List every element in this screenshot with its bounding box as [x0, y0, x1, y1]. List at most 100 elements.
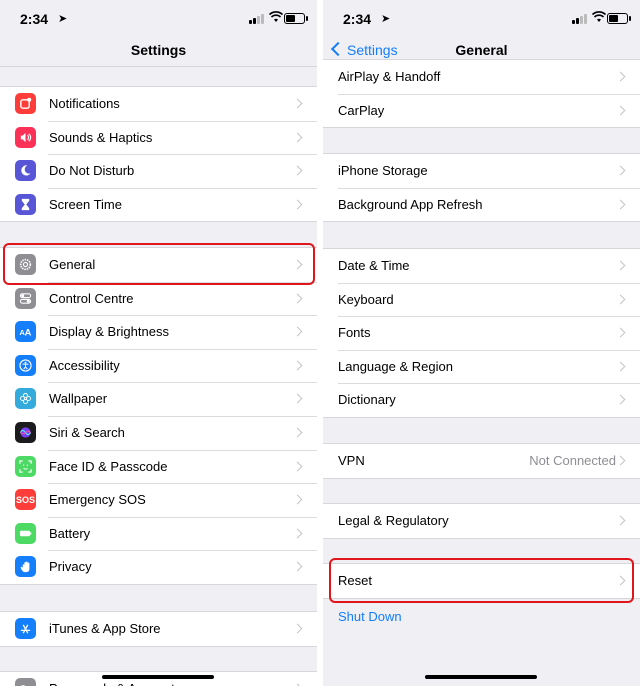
- hourglass-icon: [15, 193, 36, 215]
- row-sounds-haptics[interactable]: Sounds & Haptics: [0, 120, 317, 155]
- chevron-right-icon: [615, 165, 626, 176]
- chevron-right-icon: [292, 561, 303, 572]
- settings-screen: 2:34 ➤ Settings Notifications Sounds & Ha…: [0, 0, 317, 686]
- chevron-right-icon: [292, 623, 303, 634]
- row-label: Control Centre: [49, 290, 134, 306]
- battery-status-icon: [284, 13, 308, 24]
- row-carplay[interactable]: CarPlay: [323, 93, 640, 128]
- row-privacy[interactable]: Privacy: [0, 550, 317, 584]
- row-label: Privacy: [49, 559, 92, 575]
- chevron-right-icon: [615, 394, 626, 405]
- face-id-icon: [15, 455, 36, 477]
- flower-icon: [15, 388, 36, 410]
- row-display-brightness[interactable]: A A Display & Brightness: [0, 315, 317, 349]
- row-notifications[interactable]: Notifications: [0, 87, 317, 121]
- chevron-right-icon: [292, 199, 303, 210]
- chevron-right-icon: [615, 327, 626, 338]
- sos-icon: SOS: [15, 489, 36, 511]
- chevron-right-icon: [615, 105, 626, 116]
- row-dictionary[interactable]: Dictionary: [323, 383, 640, 417]
- moon-icon: [15, 160, 36, 182]
- shut-down-label: Shut Down: [338, 609, 402, 624]
- chevron-right-icon: [292, 165, 303, 176]
- row-label: Display & Brightness: [49, 324, 169, 340]
- row-label: Emergency SOS: [49, 492, 146, 508]
- row-label: Siri & Search: [49, 424, 125, 440]
- page-title: General: [455, 42, 508, 58]
- row-vpn[interactable]: VPN Not Connected: [323, 444, 640, 478]
- right-group: Date & Time Keyboard Fonts Language & Regio…: [323, 248, 640, 418]
- row-label: Keyboard: [338, 291, 394, 307]
- general-highlight: [3, 243, 315, 285]
- row-keyboard[interactable]: Keyboard: [323, 282, 640, 317]
- chevron-right-icon: [292, 132, 303, 143]
- row-fonts[interactable]: Fonts: [323, 316, 640, 350]
- row-language-region[interactable]: Language & Region: [323, 349, 640, 384]
- row-label: Fonts: [338, 325, 371, 341]
- signal-icon: [572, 13, 588, 24]
- row-label: Date & Time: [338, 258, 410, 273]
- reset-highlight: [329, 558, 634, 603]
- accessibility-icon: [15, 354, 36, 376]
- chevron-right-icon: [292, 326, 303, 337]
- row-iphone-storage[interactable]: iPhone Storage: [323, 154, 640, 188]
- chevron-right-icon: [292, 98, 303, 109]
- row-label: Screen Time: [49, 196, 122, 212]
- left-group: iTunes & App Store: [0, 611, 317, 647]
- left-group: Notifications Sounds & Haptics Do Not Dist…: [0, 86, 317, 223]
- row-accessibility[interactable]: Accessibility: [0, 348, 317, 383]
- location-icon: ➤: [58, 13, 68, 25]
- row-control-centre[interactable]: Control Centre: [0, 281, 317, 316]
- row-label: Notifications: [49, 96, 120, 111]
- app-store-icon: [15, 618, 36, 639]
- chevron-right-icon: [292, 393, 303, 404]
- chevron-right-icon: [292, 494, 303, 505]
- row-label: iPhone Storage: [338, 163, 428, 178]
- shut-down-button[interactable]: Shut Down: [323, 600, 640, 634]
- row-siri-search[interactable]: Siri & Search: [0, 415, 317, 450]
- row-label: CarPlay: [338, 102, 385, 118]
- home-indicator[interactable]: [425, 675, 537, 679]
- chevron-right-icon: [615, 294, 626, 305]
- row-label: Accessibility: [49, 357, 120, 373]
- chevron-right-icon: [615, 71, 626, 82]
- chevron-right-icon: [292, 427, 303, 438]
- page-title: Settings: [130, 42, 187, 58]
- sounds-icon: [15, 126, 36, 148]
- row-airplay-handoff[interactable]: AirPlay & Handoff: [323, 60, 640, 94]
- siri-icon: [15, 421, 36, 443]
- row-face-id-passcode[interactable]: Face ID & Passcode: [0, 449, 317, 484]
- row-label: Sounds & Haptics: [49, 129, 153, 145]
- toggles-icon: [15, 287, 36, 309]
- row-screen-time[interactable]: Screen Time: [0, 187, 317, 222]
- chevron-right-icon: [292, 293, 303, 304]
- row-emergency-sos[interactable]: SOS Emergency SOS: [0, 483, 317, 517]
- status-time: 2:34: [20, 11, 49, 27]
- battery-status-icon: [607, 13, 631, 24]
- right-group: AirPlay & Handoff CarPlay: [323, 59, 640, 129]
- chevron-right-icon: [292, 528, 303, 539]
- chevron-right-icon: [615, 199, 626, 210]
- right-group: Legal & Regulatory: [323, 503, 640, 539]
- row-label: Background App Refresh: [338, 196, 483, 212]
- chevron-right-icon: [292, 461, 303, 472]
- chevron-right-icon: [615, 515, 626, 526]
- row-battery[interactable]: Battery: [0, 516, 317, 551]
- row-label: Passwords & Accounts: [49, 681, 181, 686]
- row-do-not-disturb[interactable]: Do Not Disturb: [0, 154, 317, 188]
- row-wallpaper[interactable]: Wallpaper: [0, 382, 317, 416]
- home-indicator[interactable]: [102, 675, 214, 679]
- chevron-right-icon: [292, 360, 303, 371]
- row-background-app-refresh[interactable]: Background App Refresh: [323, 187, 640, 222]
- wifi-icon: [269, 11, 283, 22]
- row-label: Face ID & Passcode: [49, 458, 168, 474]
- chevron-right-icon: [615, 455, 626, 466]
- row-legal-regulatory[interactable]: Legal & Regulatory: [323, 504, 640, 538]
- status-time: 2:34: [343, 11, 372, 27]
- row-date-time[interactable]: Date & Time: [323, 249, 640, 283]
- chevron-right-icon: [615, 361, 626, 372]
- text-size-icon: AA: [15, 321, 36, 343]
- row-itunes-app-store[interactable]: iTunes & App Store: [0, 612, 317, 646]
- location-icon: ➤: [381, 13, 391, 25]
- signal-icon: [249, 13, 265, 24]
